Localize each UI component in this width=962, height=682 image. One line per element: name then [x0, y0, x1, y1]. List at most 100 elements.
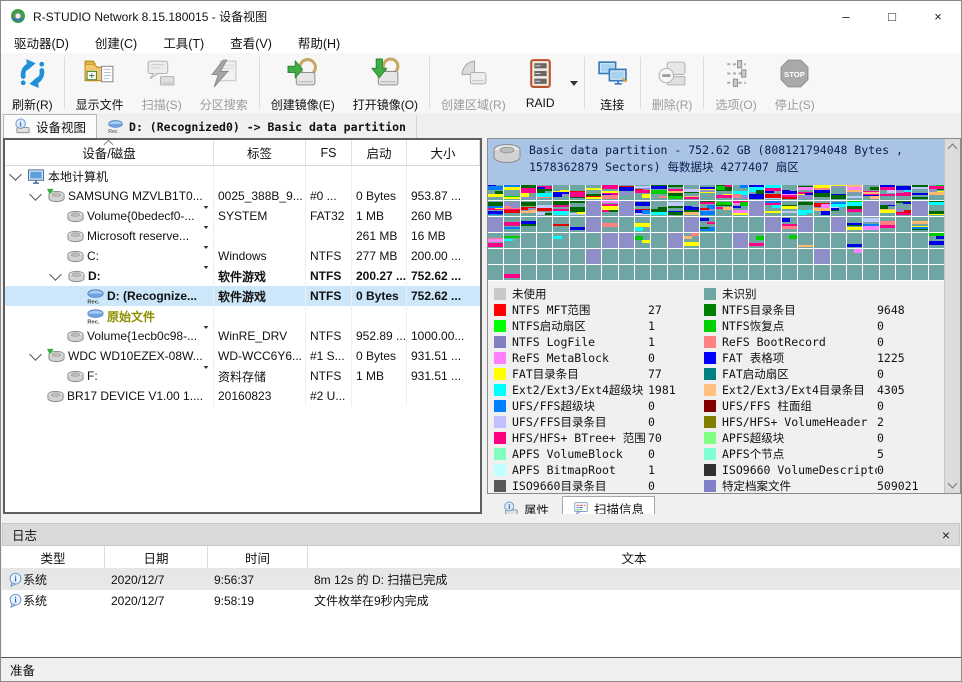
row-dropdown-icon[interactable]	[202, 229, 213, 243]
view-tab-1[interactable]: Rec.D: (Recognized0) -> Basic data parti…	[97, 115, 417, 138]
size-cell: 200.00 ...	[407, 246, 480, 266]
menu-item-4[interactable]: 帮助(H)	[285, 31, 353, 54]
toolbar-dropdown-arrow-icon[interactable]	[566, 53, 582, 113]
map-stripe	[847, 187, 862, 190]
log-row-1[interactable]: i系统2020/12/79:58:19文件枚举在9秒内完成	[2, 590, 960, 611]
map-block	[880, 249, 895, 264]
label-cell: 0025_388B_9...	[214, 186, 306, 206]
map-block	[814, 217, 829, 232]
map-stripe	[765, 211, 780, 213]
toolbar-button-10[interactable]: 选项(O)	[706, 53, 765, 113]
scroll-down-icon[interactable]	[945, 477, 960, 493]
expand-chevron-icon[interactable]	[29, 348, 42, 361]
device-column-header-0[interactable]: 设备/磁盘	[5, 140, 214, 165]
column-header-label: 标签	[247, 143, 272, 162]
map-stripe	[691, 233, 699, 236]
info-icon: i	[8, 593, 23, 608]
device-row-9[interactable]: WDC WD10EZEX-08W...WD-WCC6Y6...#1 S...0 …	[5, 346, 480, 366]
device-row-2[interactable]: Volume{0bedecf0-...SYSTEMFAT321 MB260 MB	[5, 206, 480, 226]
map-block	[602, 217, 617, 232]
device-row-5[interactable]: D:软件游戏NTFS200.27 ...752.62 ...	[5, 266, 480, 286]
device-column-header-3[interactable]: 启动	[352, 140, 407, 165]
toolbar-button-7[interactable]: RAID	[515, 53, 566, 113]
toolbar-button-label: 删除(R)	[652, 96, 693, 113]
legend-count: 0	[648, 415, 704, 429]
maximize-button[interactable]: □	[869, 1, 915, 31]
row-dropdown-icon[interactable]	[202, 209, 213, 223]
device-row-4[interactable]: C:WindowsNTFS277 MB200.00 ...	[5, 246, 480, 266]
toolbar-button-label: 连接	[600, 96, 624, 113]
map-stripe	[896, 213, 911, 215]
close-button[interactable]: ×	[915, 1, 961, 31]
toolbar-folder-file-icon	[83, 57, 116, 95]
device-table-body: 本地计算机SAMSUNG MZVLB1T0...0025_388B_9...#0…	[5, 166, 480, 406]
map-block	[929, 265, 944, 280]
legend-item: ReFS MetaBlock0	[494, 350, 704, 366]
menu-item-0[interactable]: 驱动器(D)	[1, 31, 82, 54]
log-close-icon[interactable]: ×	[942, 527, 950, 543]
toolbar-button-2[interactable]: 扫描(S)	[133, 53, 191, 113]
row-dropdown-icon[interactable]	[202, 329, 213, 343]
toolbar-button-3[interactable]: 分区搜索	[191, 53, 257, 113]
toolbar-button-0[interactable]: 刷新(R)	[3, 53, 62, 113]
device-column-header-1[interactable]: 标签	[214, 140, 306, 165]
device-row-1[interactable]: SAMSUNG MZVLB1T0...0025_388B_9...#0 ...0…	[5, 186, 480, 206]
map-block	[782, 185, 797, 200]
menu-item-1[interactable]: 创建(C)	[82, 31, 150, 54]
scroll-up-icon[interactable]	[945, 139, 960, 155]
toolbar-button-label: 创建镜像(E)	[271, 96, 335, 113]
row-dropdown-icon[interactable]	[202, 369, 213, 383]
legend-item: 未使用	[494, 286, 704, 302]
log-column-header-2[interactable]: 时间	[208, 546, 308, 568]
map-block	[668, 265, 683, 280]
row-dropdown-icon[interactable]	[202, 249, 213, 263]
expand-chevron-icon[interactable]	[9, 168, 22, 181]
toolbar-button-8[interactable]: 连接	[587, 53, 638, 113]
toolbar-button-11[interactable]: STOP停止(S)	[766, 53, 824, 113]
device-row-11[interactable]: BR17 DEVICE V1.00 1....20160823#2 U...	[5, 386, 480, 406]
toolbar-button-6[interactable]: 创建区域(R)	[432, 53, 515, 113]
device-row-0[interactable]: 本地计算机	[5, 166, 480, 186]
map-stripe	[831, 186, 846, 188]
legend-swatch	[704, 432, 716, 444]
device-row-3[interactable]: Microsoft reserve...261 MB16 MB	[5, 226, 480, 246]
expand-chevron-icon[interactable]	[49, 268, 62, 281]
map-block	[765, 185, 780, 200]
toolbar-button-5[interactable]: 打开镜像(O)	[344, 53, 427, 113]
log-row-0[interactable]: i系统2020/12/79:56:378m 12s 的 D: 扫描已完成	[2, 569, 960, 590]
menu-item-3[interactable]: 查看(V)	[217, 31, 285, 54]
map-block	[896, 217, 911, 232]
map-stripe	[537, 193, 552, 197]
toolbar-button-label: 停止(S)	[775, 96, 815, 113]
legend-label: UFS/FFS 柱面组	[722, 398, 877, 414]
device-row-6[interactable]: Rec.D: (Recognize...软件游戏NTFS0 Bytes752.6…	[5, 286, 480, 306]
legend-label: ISO9660目录条目	[512, 478, 648, 494]
expand-chevron-icon[interactable]	[29, 188, 42, 201]
device-row-7[interactable]: Rec.原始文件	[5, 306, 480, 326]
device-column-header-2[interactable]: FS	[306, 140, 352, 165]
log-column-header-1[interactable]: 日期	[105, 546, 208, 568]
toolbar-button-4[interactable]: 创建镜像(E)	[262, 53, 344, 113]
scan-scrollbar[interactable]	[944, 139, 960, 493]
log-column-header-0[interactable]: 类型	[2, 546, 105, 568]
legend-swatch	[494, 288, 506, 300]
toolbar-image-open-icon	[369, 57, 402, 95]
view-tab-0[interactable]: i设备视图	[3, 114, 97, 138]
device-row-8[interactable]: Volume{1ecb0c98-...WinRE_DRVNTFS952.89 .…	[5, 326, 480, 346]
map-block	[668, 233, 683, 248]
legend-count: 2	[877, 415, 944, 429]
device-column-header-4[interactable]: 大小	[407, 140, 480, 165]
minimize-button[interactable]: –	[823, 1, 869, 31]
map-block	[880, 185, 895, 200]
fs-cell	[306, 226, 352, 246]
size-cell: 953.87 ...	[407, 186, 480, 206]
scan-block-map[interactable]	[488, 185, 944, 281]
toolbar-button-9[interactable]: 删除(R)	[643, 53, 702, 113]
map-block	[602, 265, 617, 280]
row-dropdown-icon[interactable]	[202, 269, 213, 283]
menu-item-2[interactable]: 工具(T)	[150, 31, 217, 54]
log-column-header-3[interactable]: 文本	[308, 546, 960, 568]
map-block	[765, 217, 780, 232]
toolbar-button-1[interactable]: 显示文件	[67, 53, 133, 113]
device-row-10[interactable]: F:资料存储NTFS1 MB931.51 ...	[5, 366, 480, 386]
